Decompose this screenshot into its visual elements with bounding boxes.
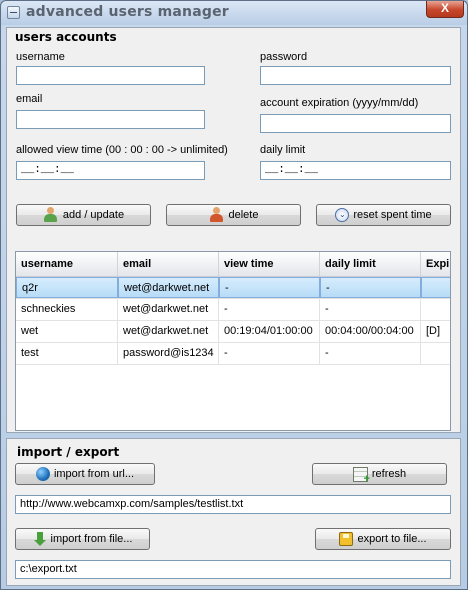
import-from-file-label: import from file... xyxy=(50,533,133,545)
users-table[interactable]: username email view time daily limit Exp… xyxy=(15,251,451,431)
table-row[interactable]: wet wet@darkwet.net 00:19:04/01:00:00 00… xyxy=(16,321,450,343)
cell-daily-limit: - xyxy=(320,343,421,364)
title-bar[interactable]: advanced users manager X xyxy=(1,1,467,25)
reset-spent-time-button[interactable]: ⌄ reset spent time xyxy=(316,204,451,226)
user-delete-icon xyxy=(209,207,225,223)
cell-view-time: 00:19:04/01:00:00 xyxy=(219,321,320,342)
cell-username: schneckies xyxy=(16,299,118,320)
system-menu-icon[interactable] xyxy=(7,6,20,19)
export-to-file-button[interactable]: export to file... xyxy=(315,528,451,550)
table-row[interactable]: schneckies wet@darkwet.net - - xyxy=(16,299,450,321)
column-header-daily-limit[interactable]: daily limit xyxy=(320,252,421,276)
users-accounts-title: users accounts xyxy=(15,30,117,44)
cell-email: wet@darkwet.net xyxy=(118,321,219,342)
username-field[interactable] xyxy=(16,66,205,85)
password-label: password xyxy=(260,51,308,63)
close-button[interactable]: X xyxy=(426,1,464,18)
cell-expiration xyxy=(421,343,450,364)
cell-daily-limit: 00:04:00/00:04:00 xyxy=(320,321,421,342)
email-field[interactable] xyxy=(16,110,205,129)
floppy-save-icon xyxy=(339,532,354,546)
cell-email: wet@darkwet.net xyxy=(118,299,219,320)
cell-expiration: [D] xyxy=(421,321,450,342)
email-label: email xyxy=(16,93,43,105)
cell-email: password@is1234 xyxy=(118,343,219,364)
cell-view-time: - xyxy=(219,299,320,320)
refresh-button[interactable]: refresh xyxy=(312,463,447,485)
import-from-file-button[interactable]: import from file... xyxy=(15,528,150,550)
cell-expiration xyxy=(421,277,450,298)
username-label: username xyxy=(16,51,65,63)
refresh-grid-icon xyxy=(352,466,370,485)
column-header-username[interactable]: username xyxy=(16,252,118,276)
import-from-url-label: import from url... xyxy=(53,468,135,480)
cell-view-time: - xyxy=(219,277,320,298)
app-window: advanced users manager X users accounts … xyxy=(0,0,468,590)
table-row[interactable]: q2r wet@darkwet.net - - xyxy=(16,277,450,299)
export-to-file-label: export to file... xyxy=(357,533,427,545)
view-time-field[interactable]: __:__:__ xyxy=(16,161,205,180)
cell-username: wet xyxy=(16,321,118,342)
cell-expiration xyxy=(421,299,450,320)
refresh-label: refresh xyxy=(371,468,407,480)
delete-label: delete xyxy=(228,209,259,221)
add-update-label: add / update xyxy=(62,209,125,221)
expiration-label: account expiration (yyyy/mm/dd) xyxy=(260,97,419,109)
column-header-expiration[interactable]: Expir xyxy=(421,252,450,276)
cell-view-time: - xyxy=(219,343,320,364)
view-time-label: allowed view time (00 : 00 : 00 -> unlim… xyxy=(16,144,228,156)
file-path-field[interactable]: c:\export.txt xyxy=(15,560,451,579)
table-row[interactable]: test password@is1234 - - xyxy=(16,343,450,365)
import-from-url-button[interactable]: import from url... xyxy=(15,463,155,485)
cell-username: test xyxy=(16,343,118,364)
cell-username: q2r xyxy=(16,277,118,298)
cell-daily-limit: - xyxy=(320,277,421,298)
daily-limit-label: daily limit xyxy=(260,144,306,156)
import-url-field[interactable]: http://www.webcamxp.com/samples/testlist… xyxy=(15,495,451,514)
password-field[interactable] xyxy=(260,66,451,85)
expiration-field[interactable] xyxy=(260,114,451,133)
user-add-icon xyxy=(43,207,59,223)
download-arrow-icon xyxy=(33,532,47,546)
reset-clock-icon: ⌄ xyxy=(335,208,350,222)
delete-button[interactable]: delete xyxy=(166,204,301,226)
reset-label: reset spent time xyxy=(353,209,432,221)
import-export-title: import / export xyxy=(17,445,120,459)
column-header-email[interactable]: email xyxy=(118,252,219,276)
table-header: username email view time daily limit Exp… xyxy=(16,252,450,277)
column-header-view-time[interactable]: view time xyxy=(219,252,320,276)
globe-icon xyxy=(35,467,50,481)
add-update-button[interactable]: add / update xyxy=(16,204,151,226)
cell-email: wet@darkwet.net xyxy=(118,277,219,298)
window-title: advanced users manager xyxy=(26,4,229,20)
import-export-panel: import / export import from url... refre… xyxy=(6,438,461,586)
daily-limit-field[interactable]: __:__:__ xyxy=(260,161,451,180)
cell-daily-limit: - xyxy=(320,299,421,320)
